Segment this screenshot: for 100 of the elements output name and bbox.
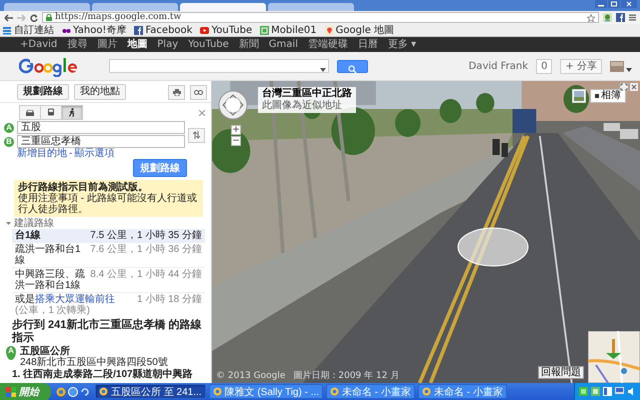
link-button[interactable] — [190, 84, 207, 100]
map-pin-icon — [324, 26, 334, 34]
start-button[interactable]: 開始 — [0, 383, 51, 400]
taskbar-item[interactable]: 未命名 - 小畫家 — [418, 384, 507, 399]
start-address: 248新北市五股區中興路四段50號 — [20, 357, 168, 368]
my-places-button[interactable]: 我的地點 — [74, 84, 126, 100]
chain-link-icon — [194, 90, 203, 94]
bookmark-link[interactable]: Facebook — [134, 24, 192, 36]
direction-step[interactable]: 1. 往西南走成泰路二段/107縣道朝中興路 — [0, 368, 211, 380]
section-heading[interactable]: 建議路線 — [14, 218, 54, 229]
route-option[interactable]: 台1線 7.5 公里，1 小時 35 分鐘 — [12, 229, 205, 243]
notice-text: 使用注意事項 - 此路線可能沒有人行道或行人徒步路徑。 — [18, 193, 198, 215]
travel-mode-tab[interactable] — [19, 105, 41, 120]
option-link[interactable]: 新增目的地 — [17, 148, 67, 159]
app-icon — [99, 387, 108, 396]
transit-link[interactable]: 搭乘大眾運輸前往 — [35, 294, 115, 305]
bookmark-link[interactable]: Mobile01 — [260, 24, 317, 36]
zoom-out-button[interactable]: − — [231, 136, 241, 146]
bookmark-link[interactable]: Yahoo!奇摩 — [62, 24, 126, 36]
taskbar-item[interactable]: 五股區公所 至 241... — [95, 384, 206, 399]
transit-text: 或是搭乘大眾運輸前往 — [15, 294, 115, 305]
notification-count[interactable]: 0 — [536, 58, 552, 74]
travel-mode-tab[interactable] — [61, 105, 83, 120]
avatar-photo-icon — [610, 60, 624, 72]
restore-icon — [608, 0, 620, 8]
route-name: 台1線 — [15, 230, 42, 241]
pan-control-icon — [218, 90, 248, 120]
swirl-icon — [80, 386, 90, 396]
back-icon — [4, 14, 13, 22]
zoom-in-button[interactable]: + — [231, 125, 241, 135]
nav-link[interactable]: +David — [20, 38, 58, 50]
taskbar-item[interactable]: 未命名 - 小畫家 — [326, 384, 415, 399]
route-name: 中興路三段、疏洪一路和台1線 — [15, 269, 86, 291]
fullscreen-icon — [620, 83, 628, 91]
directions-title: 步行到 241新北市三重區忠孝橋 的路線指示 — [12, 319, 202, 345]
share-button[interactable]: + 分享 — [560, 58, 602, 74]
forward-icon — [17, 14, 26, 22]
address-bar[interactable]: https://maps.google.com.tw — [42, 12, 599, 23]
pointer-ellipse-icon — [457, 227, 529, 267]
copyright-text: © 2013 Google — [216, 371, 286, 381]
option-link[interactable]: 顯示選項 — [74, 148, 114, 159]
route-name: 疏洪一路和台1線 — [15, 244, 82, 266]
nav-link[interactable]: Gmail — [268, 38, 298, 50]
route-distance: 7.6 公里，1 小時 36 分鐘 — [90, 244, 202, 257]
start-name: 五股區公所 — [20, 346, 71, 357]
search-button[interactable] — [337, 60, 368, 72]
waypoint-field[interactable]: 三重區忠孝橋 — [17, 135, 185, 148]
app-icon — [212, 387, 222, 396]
location-note: 此圖像為近似地址 — [262, 100, 343, 112]
close-icon — [199, 110, 205, 116]
nav-link[interactable]: 日曆 — [358, 38, 378, 50]
route-option[interactable]: 中興路三段、疏洪一路和台1線 8.4 公里，1 小時 44 分鐘 — [12, 268, 205, 293]
nav-link[interactable]: 更多 ▾ — [388, 38, 416, 50]
caret-icon — [6, 222, 11, 225]
route-option[interactable]: 疏洪一路和台1線 7.6 公里，1 小時 36 分鐘 — [12, 243, 205, 268]
minimap-drawing — [588, 331, 640, 383]
waypoint-marker: B — [4, 136, 14, 146]
route-distance: 8.4 公里，1 小時 44 分鐘 — [90, 269, 202, 282]
swap-button[interactable] — [188, 128, 205, 142]
nav-link[interactable]: Play — [157, 38, 178, 50]
waypoint-marker: A — [4, 122, 14, 132]
transit-note: (公車，1 次轉乘) — [15, 305, 91, 316]
speaker-icon — [627, 387, 636, 396]
street-photo[interactable] — [212, 81, 640, 383]
taskbar-item[interactable]: 陳雅文 (Sally Tig) - ... — [208, 384, 324, 399]
nav-link[interactable]: 地圖 — [127, 38, 148, 50]
report-problem-button[interactable]: 回報問題 — [538, 366, 584, 379]
walking-person-icon — [67, 108, 77, 117]
car-icon — [25, 108, 35, 117]
nav-link[interactable]: 搜尋 — [67, 38, 88, 50]
bus-icon — [46, 108, 56, 117]
bookmark-link[interactable]: 自訂連結 — [3, 24, 54, 36]
nav-link[interactable]: 新聞 — [238, 38, 259, 50]
printer-icon — [172, 88, 180, 96]
nav-link[interactable]: 圖片 — [97, 38, 118, 50]
nav-link[interactable]: YouTube — [188, 38, 229, 50]
route-distance: 7.5 公里，1 小時 35 分鐘 — [90, 230, 202, 241]
monitor-icon — [615, 387, 624, 396]
bookmark-link[interactable]: Google 地圖 — [324, 24, 394, 36]
transit-time: 1 小時 18 分鐘 — [136, 294, 202, 307]
windows-flag-icon — [6, 386, 16, 396]
window-icon — [603, 387, 612, 396]
print-button[interactable] — [168, 84, 185, 100]
app-icon — [422, 387, 431, 396]
directions-button[interactable]: 規劃路線 — [17, 84, 69, 100]
photo-thumbnail-icon — [572, 89, 586, 103]
star-icon — [587, 14, 595, 22]
link-separator: - — [69, 148, 72, 159]
image-date: 圖片日期：2009 年 12 月 — [293, 371, 400, 381]
close-icon — [630, 83, 638, 91]
nav-link[interactable]: 雲端硬碟 — [308, 38, 348, 50]
photos-button[interactable]: 相簿 — [590, 89, 626, 103]
lock-icon — [46, 14, 52, 21]
waypoint-field[interactable]: 五股 — [17, 121, 185, 134]
travel-mode-tab[interactable] — [40, 105, 62, 120]
minimize-icon — [595, 0, 607, 8]
search-field[interactable] — [109, 59, 329, 73]
reload-icon — [30, 14, 38, 22]
user-name[interactable]: David Frank — [468, 60, 528, 72]
bookmark-link[interactable]: YouTube — [200, 24, 252, 36]
